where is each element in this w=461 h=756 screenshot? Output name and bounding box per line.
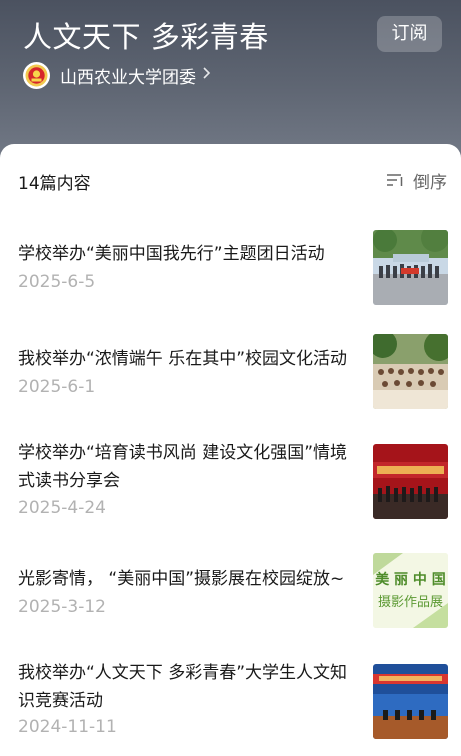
sort-label: 倒序 (413, 172, 447, 193)
article-title: 学校举办“培育读书风尚 建设文化强国”情境式读书分享会 (18, 443, 348, 491)
article-thumbnail (373, 230, 448, 305)
article-date: 2025-6-1 (18, 377, 96, 397)
article-date: 2025-4-24 (18, 498, 106, 518)
article-thumbnail (373, 664, 448, 739)
article-item[interactable]: 学校举办“培育读书风尚 建设文化强国”情境式读书分享会 2025-4-24 (0, 436, 461, 526)
article-date: 2024-11-11 (18, 717, 117, 737)
article-date: 2025-3-12 (18, 597, 106, 617)
article-title: 我校举办“人文天下 多彩青春”大学生人文知识竞赛活动 (18, 663, 348, 711)
article-title: 学校举办“美丽中国我先行”主题团日活动 (18, 244, 325, 264)
thumbnail-caption-line2: 摄影作品展 (377, 595, 443, 610)
article-title: 光影寄情， “美丽中国”摄影展在校园绽放~ (18, 569, 345, 589)
article-thumbnail (373, 444, 448, 519)
article-thumbnail: 美 丽 中 国 摄影作品展 (373, 553, 448, 628)
article-item[interactable]: 学校举办“美丽中国我先行”主题团日活动 2025-6-5 (0, 228, 461, 308)
subscribe-button[interactable]: 订阅 (377, 16, 442, 52)
sort-lines-icon (387, 174, 403, 186)
article-list-panel: 14篇内容 倒序 学校举办“美丽中国我先行”主题团日活动 2025-6-5 我校… (0, 144, 461, 756)
thumbnail-caption-line1: 美 丽 中 国 (375, 572, 446, 588)
header: 人文天下 多彩青春 订阅 山西农业大学团委 (0, 0, 461, 160)
account-name: 山西农业大学团委 (60, 67, 196, 88)
article-item[interactable]: 我校举办“人文天下 多彩青春”大学生人文知识竞赛活动 2024-11-11 (0, 656, 461, 756)
account-link[interactable]: 山西农业大学团委 (23, 61, 211, 89)
article-title: 我校举办“浓情端午 乐在其中”校园文化活动 (18, 349, 348, 369)
article-item[interactable]: 我校举办“浓情端午 乐在其中”校园文化活动 2025-6-1 (0, 332, 461, 412)
article-item[interactable]: 光影寄情， “美丽中国”摄影展在校园绽放~ 2025-3-12 美 丽 中 国 … (0, 552, 461, 632)
article-date: 2025-6-5 (18, 272, 96, 292)
sort-toggle[interactable]: 倒序 (386, 168, 447, 193)
chevron-right-icon (202, 66, 211, 84)
youth-league-emblem-icon (23, 61, 50, 89)
article-thumbnail (373, 334, 448, 409)
page-title: 人文天下 多彩青春 (23, 20, 269, 54)
article-count: 14篇内容 (18, 174, 91, 194)
